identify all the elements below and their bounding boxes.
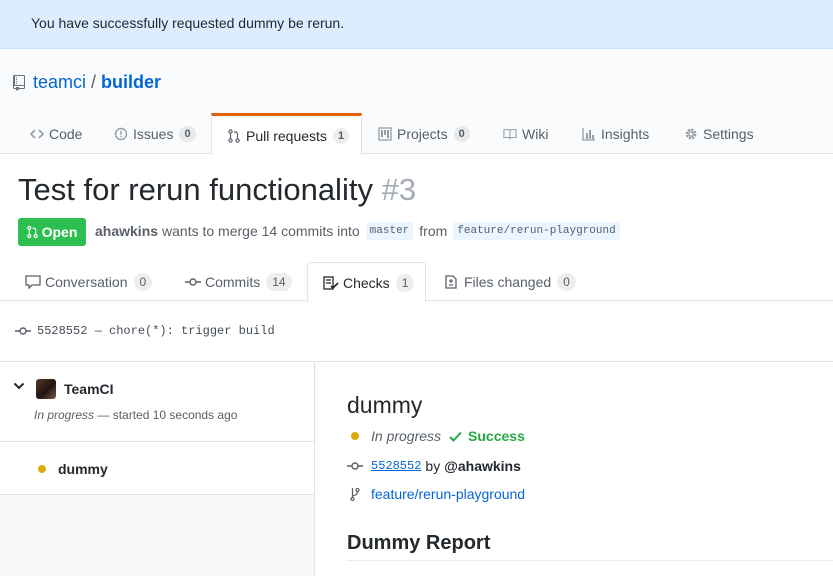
avatar (36, 379, 56, 399)
pr-tabs: Conversation 0 Commits 14 Checks 1 Files… (0, 262, 833, 302)
tab-commits[interactable]: Commits 14 (185, 262, 292, 301)
head-branch[interactable]: feature/rerun-playground (453, 222, 620, 240)
gear-icon (684, 127, 698, 141)
check-by-text: by (425, 458, 441, 474)
tab-conversation[interactable]: Conversation 0 (25, 262, 153, 301)
pending-dot-icon (38, 465, 46, 473)
report-heading: Dummy Report (347, 532, 491, 554)
pr-state-label: Open (41, 224, 78, 240)
check-commit-row: 5528552 by @ahawkins (347, 458, 521, 474)
suite-status-state: In progress (34, 408, 95, 422)
tab-wiki-label: Wiki (522, 125, 549, 142)
repo-icon (13, 74, 25, 91)
tab-commits-label: Commits (205, 273, 261, 290)
suite-name: TeamCI (64, 381, 114, 397)
check-conclusion: Success (449, 428, 525, 444)
check-icon (449, 431, 462, 442)
check-branch-row: feature/rerun-playground (347, 486, 525, 502)
commit-icon (185, 275, 201, 289)
repo-name-link[interactable]: builder (101, 72, 161, 93)
book-icon (503, 127, 517, 141)
tab-issues-count: 0 (179, 125, 196, 142)
project-icon (378, 126, 392, 141)
pr-state-badge: Open (18, 218, 86, 246)
repo-separator: / (91, 72, 97, 92)
tab-commits-count: 14 (266, 272, 292, 291)
pull-request-icon (26, 225, 38, 239)
file-diff-icon (444, 274, 460, 289)
commit-icon (15, 327, 31, 335)
repo-title: teamci / builder (12, 72, 161, 93)
code-icon (30, 127, 44, 141)
tab-projects[interactable]: Projects 0 (378, 113, 470, 154)
base-branch[interactable]: master (365, 222, 414, 240)
tab-files-changed-count: 0 (557, 272, 576, 291)
pr-title: Test for rerun functionality #3 (18, 172, 416, 208)
comment-icon (25, 274, 41, 289)
checks-sidebar: TeamCI In progress — started 10 seconds … (0, 362, 315, 576)
check-conclusion-label: Success (468, 428, 525, 444)
tab-wiki[interactable]: Wiki (503, 113, 548, 154)
tab-projects-label: Projects (397, 125, 448, 142)
check-commit-sha-link[interactable]: 5528552 (371, 459, 421, 473)
report-divider (347, 560, 833, 561)
tab-pull-requests-count: 1 (332, 127, 350, 144)
tab-pull-requests[interactable]: Pull requests 1 (211, 113, 362, 155)
check-branch-link[interactable]: feature/rerun-playground (371, 486, 525, 502)
pr-meta: ahawkins wants to merge 14 commits into … (95, 222, 626, 240)
pr-title-text: Test for rerun functionality (18, 172, 373, 207)
suite-status-time: — started 10 seconds ago (94, 408, 238, 422)
tab-issues[interactable]: Issues 0 (114, 113, 196, 154)
tab-conversation-count: 0 (133, 272, 153, 291)
tab-code-label: Code (49, 125, 83, 142)
repo-header: teamci / builder Code Issues 0 Pull requ… (0, 49, 833, 155)
pr-author-link[interactable]: ahawkins (95, 223, 158, 239)
check-user: @ahawkins (444, 458, 521, 474)
check-title: dummy (347, 392, 423, 418)
pull-request-icon (227, 128, 241, 143)
check-suite[interactable]: TeamCI In progress — started 10 seconds … (0, 362, 314, 442)
tab-code[interactable]: Code (30, 113, 82, 154)
tab-conversation-label: Conversation (45, 273, 128, 290)
check-status: In progress (371, 428, 442, 444)
chevron-down-icon[interactable] (13, 381, 25, 391)
flash-banner: You have successfully requested dummy be… (0, 0, 833, 49)
commit-icon (347, 462, 363, 470)
pending-dot-icon (351, 432, 359, 440)
commit-line: 5528552 — chore(*): trigger build (15, 324, 275, 338)
issue-icon (114, 127, 128, 141)
tab-insights-label: Insights (601, 125, 650, 142)
suite-status: In progress — started 10 seconds ago (34, 408, 237, 422)
flash-message: You have successfully requested dummy be… (31, 15, 345, 31)
check-run-name: dummy (58, 461, 108, 477)
pr-from-text: from (419, 223, 448, 239)
tab-checks-label: Checks (343, 274, 390, 291)
tab-checks[interactable]: Checks 1 (307, 262, 426, 302)
tab-settings[interactable]: Settings (684, 113, 754, 154)
tab-files-changed-label: Files changed (464, 273, 552, 290)
tab-insights[interactable]: Insights (582, 113, 649, 154)
check-status-row: In progress Success (347, 428, 525, 444)
tab-files-changed[interactable]: Files changed 0 (444, 262, 576, 301)
repo-owner-link[interactable]: teamci (33, 72, 86, 93)
repo-nav: Code Issues 0 Pull requests 1 Projects 0… (0, 113, 833, 155)
check-run-item[interactable]: dummy (0, 442, 314, 495)
pr-merge-text: wants to merge 14 commits into (162, 223, 360, 239)
graph-icon (582, 127, 596, 141)
tab-projects-count: 0 (453, 125, 470, 142)
pr-number: #3 (381, 172, 417, 207)
branch-icon (350, 487, 360, 501)
tab-settings-label: Settings (703, 125, 754, 142)
commit-text: 5528552 — chore(*): trigger build (37, 324, 275, 338)
tab-issues-label: Issues (133, 125, 174, 142)
tab-checks-count: 1 (395, 273, 415, 292)
checklist-icon (323, 275, 339, 290)
tab-pull-requests-label: Pull requests (246, 127, 327, 144)
